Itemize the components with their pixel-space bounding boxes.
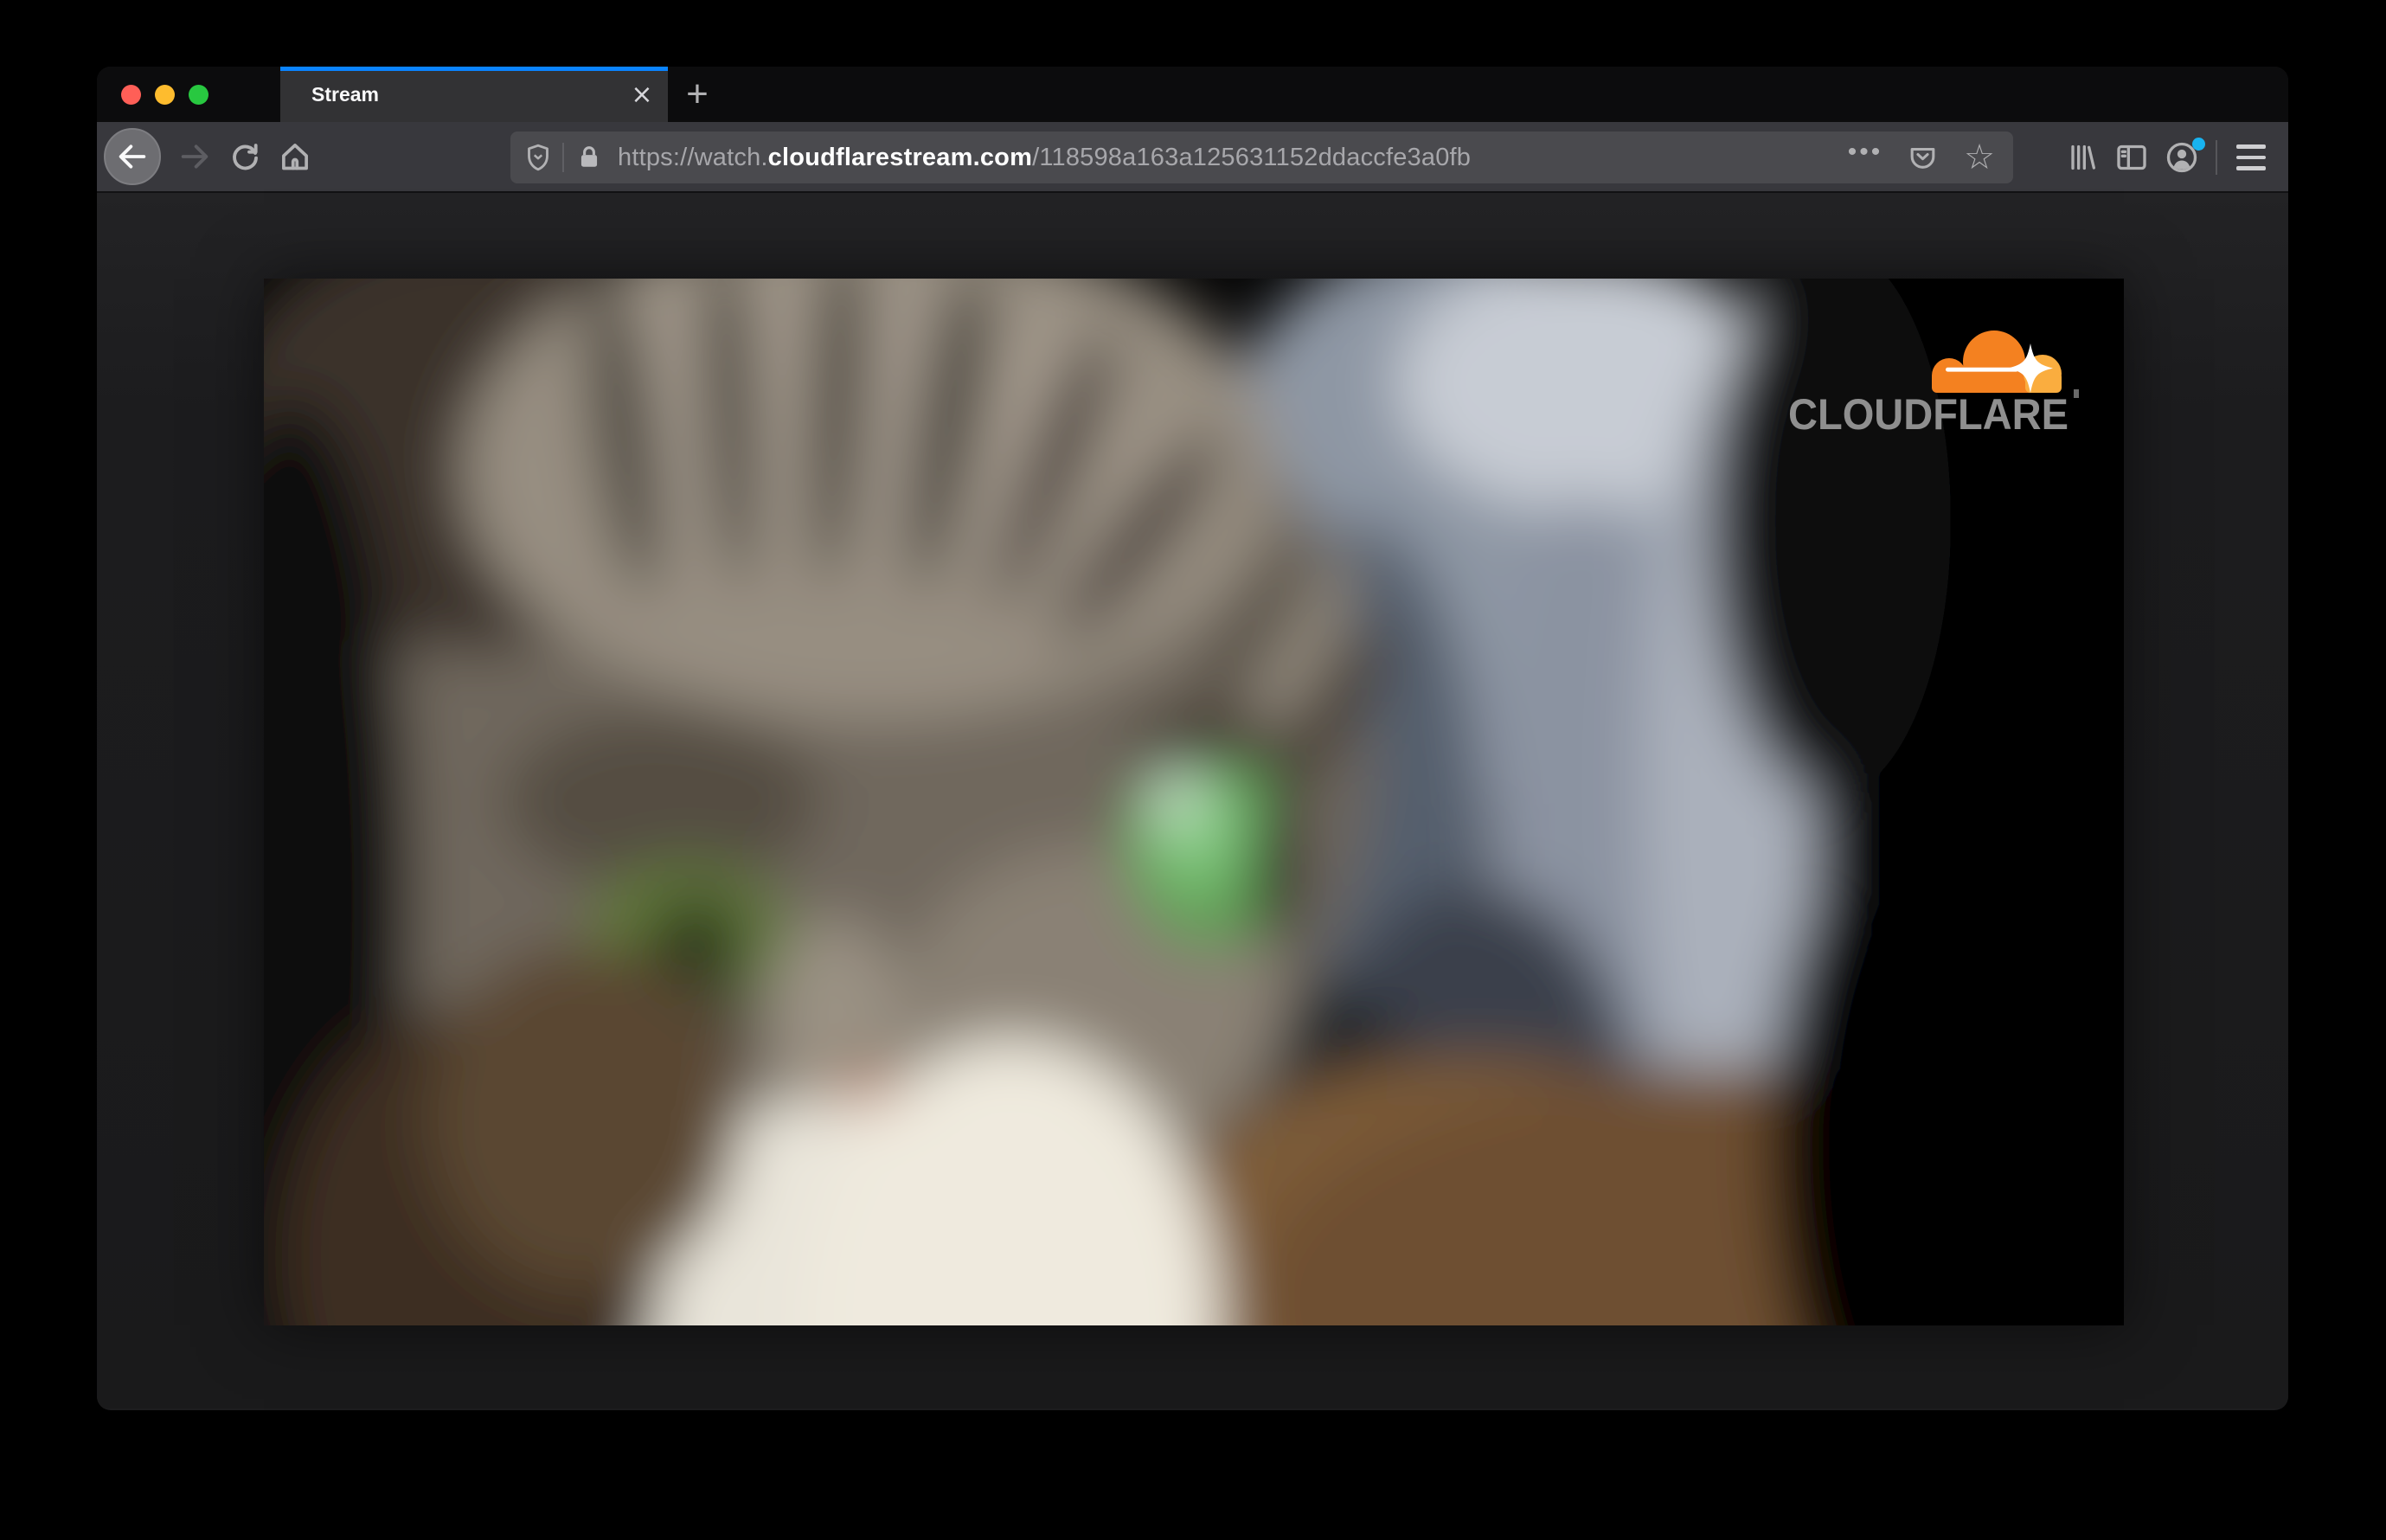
library-button[interactable] xyxy=(2056,132,2107,183)
account-notification-dot xyxy=(2192,138,2205,151)
sidebar-icon xyxy=(2117,144,2146,170)
video-frame: CLOUDFLARE xyxy=(264,279,2124,1325)
browser-window: Stream × + https://watch.cloudflarestrea… xyxy=(97,67,2288,1410)
traffic-lights xyxy=(121,85,208,105)
page-actions-button[interactable]: ••• xyxy=(1840,132,1890,183)
pocket-button[interactable] xyxy=(1897,132,1947,183)
back-icon xyxy=(119,144,146,169)
home-button[interactable] xyxy=(270,132,320,182)
url-text[interactable]: https://watch.cloudflarestream.com/11859… xyxy=(618,144,1840,172)
url-domain: cloudflarestream.com xyxy=(767,143,1033,171)
library-icon xyxy=(2071,144,2095,170)
new-tab-button[interactable]: + xyxy=(675,73,720,115)
active-tab-indicator xyxy=(280,67,668,71)
minimize-window-button[interactable] xyxy=(155,85,175,105)
pocket-icon xyxy=(1910,147,1934,169)
cloudflare-wordmark: CLOUDFLARE xyxy=(1788,390,2069,439)
hamburger-icon xyxy=(2236,144,2266,170)
sparkle-trail xyxy=(1946,367,2018,372)
url-bar[interactable]: https://watch.cloudflarestream.com/11859… xyxy=(510,132,2013,183)
tab-stream[interactable]: Stream × xyxy=(280,67,668,122)
tab-bar: Stream × + xyxy=(97,67,2288,122)
bookmark-button[interactable]: ☆ xyxy=(1954,132,2004,183)
meatball-menu-icon: ••• xyxy=(1847,138,1883,166)
forward-button[interactable] xyxy=(170,132,220,182)
tab-close-icon[interactable]: × xyxy=(623,75,661,113)
bookmark-star-icon: ☆ xyxy=(1964,138,1995,177)
url-prefix: https://watch. xyxy=(618,143,768,171)
tracking-shield-icon[interactable] xyxy=(523,142,554,173)
back-button[interactable] xyxy=(104,128,161,185)
page-content: CLOUDFLARE xyxy=(97,193,2288,1408)
url-path: /118598a163a125631152ddaccfe3a0fb xyxy=(1032,143,1472,171)
menu-button[interactable] xyxy=(2226,132,2276,183)
urlbar-actions: ••• ☆ xyxy=(1840,132,2004,183)
lock-icon[interactable] xyxy=(574,143,604,172)
forward-icon xyxy=(181,144,208,169)
zoom-window-button[interactable] xyxy=(189,85,208,105)
toolbar-right xyxy=(2056,122,2276,193)
reload-icon xyxy=(233,144,258,170)
account-button[interactable] xyxy=(2157,132,2207,183)
urlbar-divider xyxy=(562,143,564,172)
reload-button[interactable] xyxy=(220,132,270,182)
sidebar-button[interactable] xyxy=(2107,132,2157,183)
video-player[interactable]: CLOUDFLARE xyxy=(264,279,2124,1325)
toolbar-divider xyxy=(2216,140,2217,175)
nav-buttons xyxy=(104,128,320,185)
tab-title: Stream xyxy=(311,82,379,106)
navigation-toolbar: https://watch.cloudflarestream.com/11859… xyxy=(97,122,2288,193)
close-window-button[interactable] xyxy=(121,85,141,105)
home-icon xyxy=(282,144,308,170)
trademark-mark xyxy=(2074,389,2079,398)
